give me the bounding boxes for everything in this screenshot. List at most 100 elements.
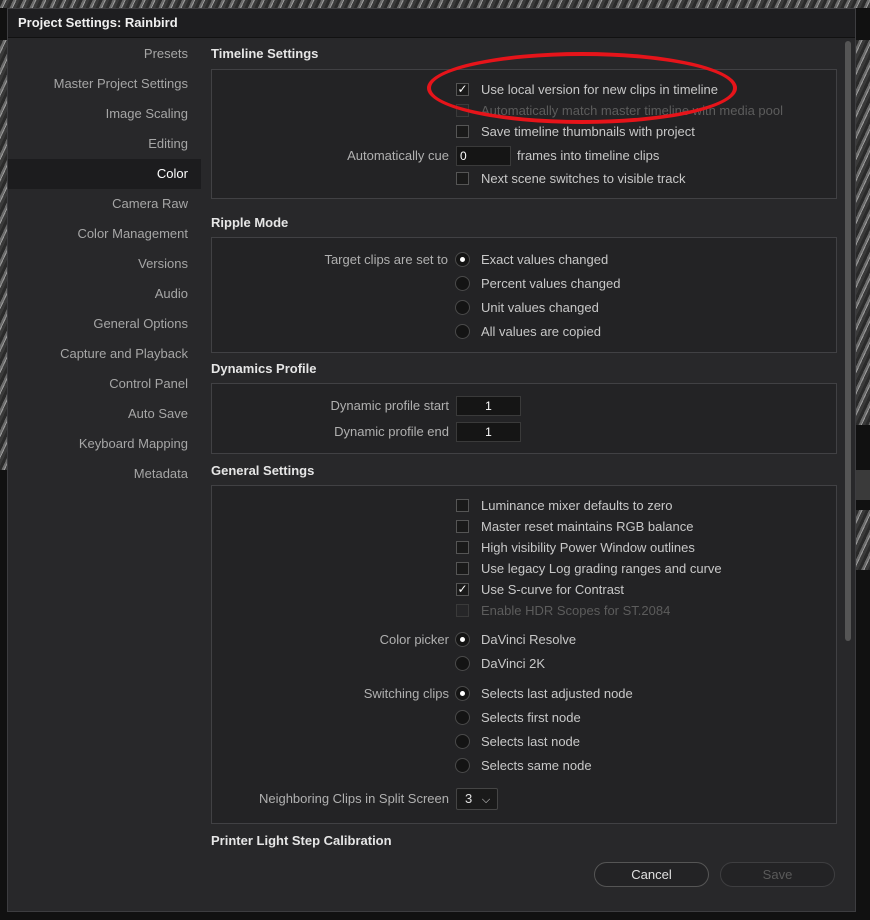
general-check-row: Use legacy Log grading ranges and curve [212,559,836,579]
high-visibility-label: High visibility Power Window outlines [481,540,695,555]
auto-cue-label: Automatically cue [347,148,449,163]
general-check-row: ✓ Use S-curve for Contrast [212,580,836,600]
switching-first-label: Selects first node [481,710,581,725]
ripple-unit-label: Unit values changed [481,300,599,315]
high-visibility-checkbox[interactable] [456,541,469,554]
next-scene-label: Next scene switches to visible track [481,171,686,186]
dynamic-start-row: Dynamic profile start 1 [212,396,836,416]
sidebar-item-control-panel[interactable]: Control Panel [8,369,201,399]
save-button[interactable]: Save [720,862,835,887]
ripple-percent-radio[interactable] [455,276,470,291]
dynamic-end-row: Dynamic profile end 1 [212,422,836,442]
ripple-row-2: Unit values changed [212,298,836,318]
switching-row: Switching clips Selects last adjusted no… [212,684,836,704]
color-picker-2k-radio[interactable] [455,656,470,671]
save-thumbs-row: Save timeline thumbnails with project [212,122,836,142]
dynamic-end-input[interactable]: 1 [456,422,521,442]
sidebar-item-versions[interactable]: Versions [8,249,201,279]
general-settings-group: Luminance mixer defaults to zero Master … [211,485,837,824]
color-picker-resolve-label: DaVinci Resolve [481,632,577,647]
luminance-mixer-checkbox[interactable] [456,499,469,512]
dynamic-start-input[interactable]: 1 [456,396,521,416]
general-check-row: Luminance mixer defaults to zero [212,496,836,516]
ripple-mode-group: Target clips are set to Exact values cha… [211,237,837,353]
background-video-thumbnail [856,510,870,570]
color-picker-row: Color picker DaVinci Resolve [212,630,836,650]
sidebar-item-camera-raw[interactable]: Camera Raw [8,189,201,219]
sidebar-item-metadata[interactable]: Metadata [8,459,201,489]
save-thumbs-label: Save timeline thumbnails with project [481,124,695,139]
hdr-scopes-label: Enable HDR Scopes for ST.2084 [481,603,671,618]
auto-cue-input[interactable]: 0 [456,146,511,166]
sidebar-item-presets[interactable]: Presets [8,39,201,69]
switching-last-radio[interactable] [455,734,470,749]
ripple-target-label: Target clips are set to [324,252,448,267]
dynamics-profile-group: Dynamic profile start 1 Dynamic profile … [211,383,837,454]
background-panel [856,470,870,500]
ripple-exact-radio[interactable] [455,252,470,267]
use-local-label: Use local version for new clips in timel… [481,82,718,97]
master-reset-label: Master reset maintains RGB balance [481,519,694,534]
neighbor-clips-value: 3 [465,791,473,806]
switching-row: Selects same node [212,756,836,776]
timeline-settings-group: ✓ Use local version for new clips in tim… [211,69,837,199]
cancel-button[interactable]: Cancel [594,862,709,887]
legacy-log-checkbox[interactable] [456,562,469,575]
legacy-log-label: Use legacy Log grading ranges and curve [481,561,722,576]
color-picker-resolve-radio[interactable] [455,632,470,647]
ripple-percent-label: Percent values changed [481,276,621,291]
dynamic-end-label: Dynamic profile end [334,424,449,439]
ripple-all-label: All values are copied [481,324,601,339]
neighbor-clips-row: Neighboring Clips in Split Screen 3 ⌵ [212,788,836,810]
auto-match-label: Automatically match master timeline with… [481,103,784,118]
sidebar-item-color-management[interactable]: Color Management [8,219,201,249]
sidebar-item-audio[interactable]: Audio [8,279,201,309]
neighbor-clips-select[interactable]: 3 ⌵ [456,788,498,810]
timeline-settings-title: Timeline Settings [211,46,319,61]
sidebar-item-master-project-settings[interactable]: Master Project Settings [8,69,201,99]
switching-clips-label: Switching clips [363,686,449,701]
master-reset-checkbox[interactable] [456,520,469,533]
sidebar-item-auto-save[interactable]: Auto Save [8,399,201,429]
switching-same-radio[interactable] [455,758,470,773]
settings-sidebar: Presets Master Project Settings Image Sc… [8,39,201,489]
switching-first-radio[interactable] [455,710,470,725]
use-local-checkbox[interactable]: ✓ [456,83,469,96]
auto-match-checkbox [456,104,469,117]
dynamics-profile-title: Dynamics Profile [211,361,317,376]
ripple-row-0: Target clips are set to Exact values cha… [212,250,836,270]
color-picker-row: DaVinci 2K [212,654,836,674]
general-check-row: Enable HDR Scopes for ST.2084 [212,601,836,621]
content-scrollbar[interactable] [845,41,851,641]
next-scene-checkbox[interactable] [456,172,469,185]
general-check-row: Master reset maintains RGB balance [212,517,836,537]
auto-match-row: Automatically match master timeline with… [212,101,836,121]
switching-last-adjusted-radio[interactable] [455,686,470,701]
general-check-row: High visibility Power Window outlines [212,538,836,558]
sidebar-item-editing[interactable]: Editing [8,129,201,159]
sidebar-item-image-scaling[interactable]: Image Scaling [8,99,201,129]
ripple-all-radio[interactable] [455,324,470,339]
project-settings-dialog: Project Settings: Rainbird Presets Maste… [7,8,856,912]
background-video-thumbnail [0,40,7,470]
hdr-scopes-checkbox [456,604,469,617]
sidebar-item-keyboard-mapping[interactable]: Keyboard Mapping [8,429,201,459]
neighbor-clips-label: Neighboring Clips in Split Screen [258,791,449,806]
switching-same-label: Selects same node [481,758,592,773]
sidebar-item-general-options[interactable]: General Options [8,309,201,339]
next-scene-row: Next scene switches to visible track [212,169,836,189]
s-curve-label: Use S-curve for Contrast [481,582,625,597]
s-curve-checkbox[interactable]: ✓ [456,583,469,596]
dynamic-start-label: Dynamic profile start [330,398,449,413]
save-thumbs-checkbox[interactable] [456,125,469,138]
ripple-mode-title: Ripple Mode [211,215,289,230]
switching-row: Selects first node [212,708,836,728]
sidebar-item-capture-and-playback[interactable]: Capture and Playback [8,339,201,369]
switching-last-adjusted-label: Selects last adjusted node [481,686,633,701]
ripple-row-1: Percent values changed [212,274,836,294]
auto-cue-suffix: frames into timeline clips [517,148,660,163]
sidebar-item-color[interactable]: Color [8,159,201,189]
ripple-unit-radio[interactable] [455,300,470,315]
switching-row: Selects last node [212,732,836,752]
ripple-row-3: All values are copied [212,322,836,342]
